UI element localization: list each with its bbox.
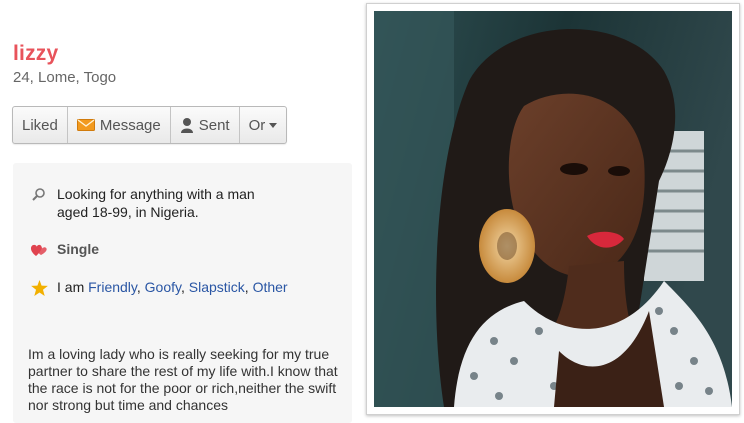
profile-details: 24, Lome, Togo bbox=[13, 69, 117, 86]
profile-name: lizzy bbox=[13, 42, 59, 65]
liked-button[interactable]: Liked bbox=[13, 107, 68, 143]
status-row: Single bbox=[30, 241, 99, 259]
more-options-button[interactable]: Or bbox=[240, 107, 287, 143]
star-icon bbox=[30, 279, 48, 297]
trait-other[interactable]: Other bbox=[253, 279, 288, 295]
sent-button[interactable]: Sent bbox=[171, 107, 240, 143]
action-button-group: Liked Message Sent Or bbox=[12, 106, 288, 144]
trait-friendly[interactable]: Friendly bbox=[88, 279, 137, 295]
looking-for-row: Looking for anything with a man aged 18-… bbox=[30, 185, 287, 221]
bio-text: Im a loving lady who is really seeking f… bbox=[28, 346, 338, 413]
sent-label: Sent bbox=[198, 116, 230, 134]
more-label: Or bbox=[248, 116, 266, 134]
profile-photo-frame[interactable] bbox=[366, 3, 740, 415]
personality-row: I am Friendly, Goofy, Slapstick, Other bbox=[30, 279, 288, 297]
looking-for-line1: Looking for anything with a man bbox=[57, 186, 255, 202]
looking-for-line2: aged 18-99, in Nigeria. bbox=[57, 204, 199, 220]
message-button[interactable]: Message bbox=[68, 107, 171, 143]
profile-photo bbox=[374, 11, 732, 407]
hearts-icon bbox=[30, 241, 48, 259]
message-label: Message bbox=[99, 116, 161, 134]
relationship-status: Single bbox=[57, 241, 100, 257]
trait-slapstick[interactable]: Slapstick bbox=[189, 279, 245, 295]
liked-label: Liked bbox=[22, 116, 58, 134]
caret-down-icon bbox=[269, 122, 278, 128]
profile-info-panel: Looking for anything with a man aged 18-… bbox=[13, 163, 352, 423]
personality-prefix: I am bbox=[57, 279, 85, 295]
person-icon bbox=[180, 117, 194, 133]
trait-goofy[interactable]: Goofy bbox=[145, 279, 181, 295]
envelope-icon bbox=[76, 119, 95, 131]
magnifier-icon bbox=[30, 185, 48, 203]
